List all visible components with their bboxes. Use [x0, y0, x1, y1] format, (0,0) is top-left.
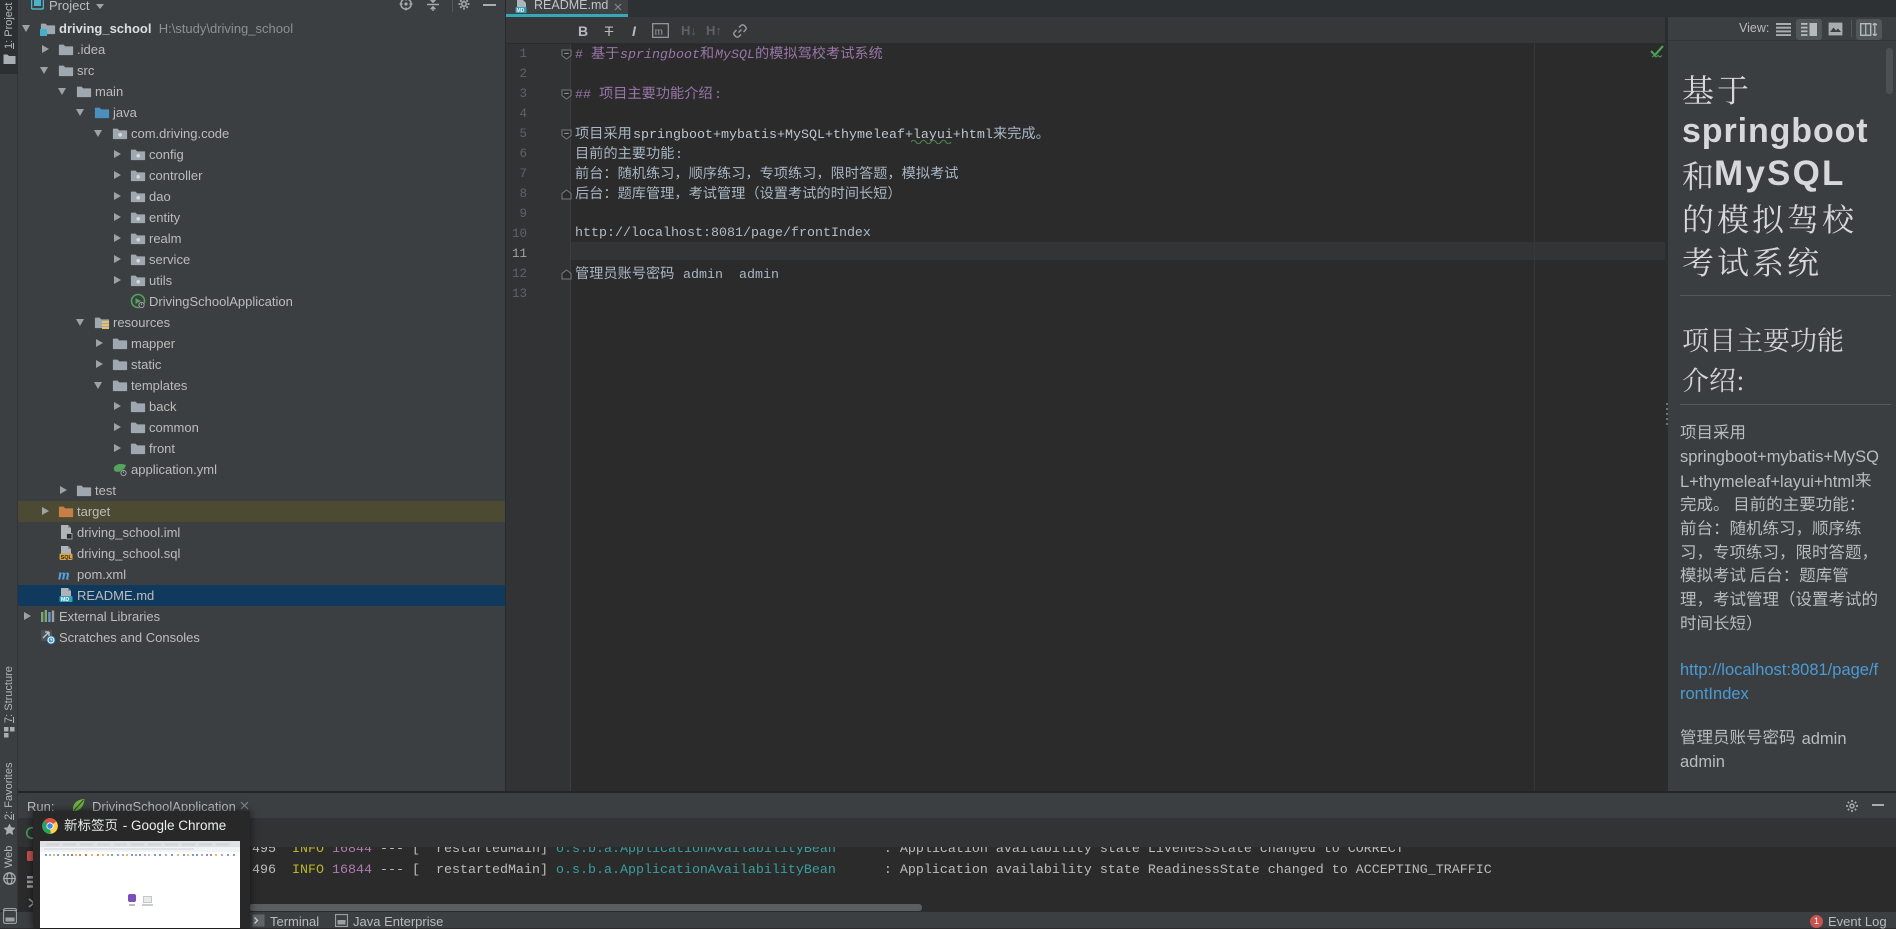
- svg-text:m: m: [58, 568, 70, 583]
- svg-text:SQL: SQL: [61, 555, 73, 561]
- svg-text:m: m: [655, 26, 664, 38]
- svg-text:MD: MD: [61, 597, 69, 603]
- svg-text:MD: MD: [517, 8, 525, 14]
